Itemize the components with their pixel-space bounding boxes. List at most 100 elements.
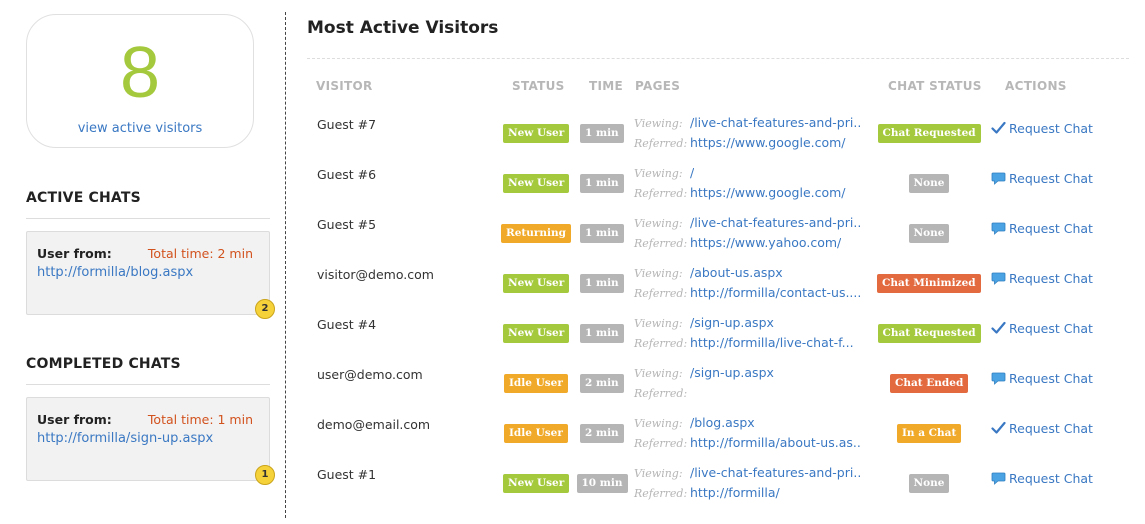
visitor-status-badge: New User: [503, 174, 570, 193]
visitor-name: user@demo.com: [317, 367, 423, 382]
viewing-page-link[interactable]: /sign-up.aspx: [690, 315, 774, 330]
request-chat-button[interactable]: Request Chat: [991, 171, 1093, 186]
request-chat-label: Request Chat: [1009, 171, 1093, 186]
viewing-page-link[interactable]: /blog.aspx: [690, 415, 755, 430]
referred-label: Referred:: [634, 387, 688, 400]
request-chat-button[interactable]: Request Chat: [991, 221, 1093, 236]
viewing-page-link[interactable]: /sign-up.aspx: [690, 365, 774, 380]
header-pages: PAGES: [635, 79, 681, 93]
table-row: Guest #5 Returning 1 min Viewing: /live-chat…: [307, 215, 1129, 267]
viewing-label: Viewing:: [634, 367, 683, 380]
table-row: Guest #6 New User 1 min Viewing: / Referred: h…: [307, 165, 1129, 217]
viewing-label: Viewing:: [634, 217, 683, 230]
request-chat-button[interactable]: Request Chat: [991, 471, 1093, 486]
chat-bubble-icon: [991, 271, 1009, 286]
request-chat-button[interactable]: Request Chat: [991, 421, 1093, 436]
viewing-page-link[interactable]: /about-us.aspx: [690, 265, 783, 280]
table-row: Guest #4 New User 1 min Viewing: /sign-up.as…: [307, 315, 1129, 367]
referrer-link[interactable]: https://www.google.com/: [690, 135, 846, 150]
request-chat-label: Request Chat: [1009, 271, 1093, 286]
chat-status-badge: None: [908, 174, 950, 193]
table-row: Guest #7 New User 1 min Viewing: /live-chat-…: [307, 115, 1129, 167]
referred-label: Referred:: [634, 287, 688, 300]
referred-label: Referred:: [634, 487, 688, 500]
time-on-site-badge: 1 min: [580, 174, 624, 193]
referrer-link[interactable]: https://www.yahoo.com/: [690, 235, 841, 250]
referrer-link[interactable]: http://formilla/about-us.as...: [690, 435, 860, 450]
time-on-site-badge: 2 min: [580, 424, 624, 443]
visitor-count: 8: [119, 33, 161, 113]
sidebar: 8 view active visitors ACTIVE CHATS User…: [0, 0, 286, 524]
visitor-name: Guest #4: [317, 317, 377, 332]
request-chat-label: Request Chat: [1009, 421, 1093, 436]
chat-count-badge: 1: [255, 465, 275, 485]
active-chat-card[interactable]: User from: Total time: 2 min http://form…: [26, 231, 275, 319]
visitor-status-badge: New User: [503, 474, 570, 493]
referrer-link[interactable]: https://www.google.com/: [690, 185, 846, 200]
table-row: user@demo.com Idle User 2 min Viewing: /sign…: [307, 365, 1129, 417]
table-row: visitor@demo.com New User 1 min Viewing: /ab…: [307, 265, 1129, 317]
chat-status-badge: Chat Minimized: [877, 274, 981, 293]
chat-status-badge: Chat Requested: [877, 324, 981, 343]
viewing-label: Viewing:: [634, 167, 683, 180]
page-title: Most Active Visitors: [307, 18, 499, 38]
header-visitor: VISITOR: [316, 79, 373, 93]
request-chat-button[interactable]: Request Chat: [991, 371, 1093, 386]
chat-status-badge: None: [908, 224, 950, 243]
active-chats-title: ACTIVE CHATS: [26, 190, 270, 219]
visitor-status-badge: Idle User: [504, 374, 568, 393]
visitor-name: Guest #5: [317, 217, 377, 232]
chat-source-url[interactable]: http://formilla/sign-up.aspx: [37, 431, 213, 446]
chat-bubble-icon: [991, 221, 1009, 236]
referred-label: Referred:: [634, 137, 688, 150]
completed-chats-title: COMPLETED CHATS: [26, 356, 270, 385]
header-time: TIME: [589, 79, 623, 93]
request-chat-button[interactable]: Request Chat: [991, 121, 1093, 136]
viewing-label: Viewing:: [634, 117, 683, 130]
header-status: STATUS: [512, 79, 565, 93]
visitor-status-badge: New User: [503, 324, 570, 343]
referrer-link[interactable]: http://formilla/live-chat-f...: [690, 335, 854, 350]
header-actions: ACTIONS: [1005, 79, 1067, 93]
visitor-status-badge: New User: [503, 274, 570, 293]
total-time: Total time: 1 min: [147, 412, 253, 427]
table-row: demo@email.com Idle User 2 min Viewing: /blo…: [307, 415, 1129, 467]
request-chat-button[interactable]: Request Chat: [991, 271, 1093, 286]
chat-source-url[interactable]: http://formilla/blog.aspx: [37, 265, 193, 280]
referrer-link[interactable]: http://formilla/contact-us....: [690, 285, 860, 300]
referred-label: Referred:: [634, 337, 688, 350]
view-active-visitors-link[interactable]: view active visitors: [27, 121, 253, 136]
visitor-status-badge: Returning: [501, 224, 572, 243]
chat-bubble-icon: [991, 371, 1009, 386]
request-chat-button[interactable]: Request Chat: [991, 321, 1093, 336]
request-chat-label: Request Chat: [1009, 321, 1093, 336]
referrer-link[interactable]: http://formilla/: [690, 485, 780, 500]
user-from-label: User from:: [37, 412, 112, 427]
chat-status-badge: Chat Requested: [877, 124, 981, 143]
referred-label: Referred:: [634, 437, 688, 450]
viewing-page-link[interactable]: /live-chat-features-and-pri...: [690, 215, 860, 230]
viewing-label: Viewing:: [634, 417, 683, 430]
request-chat-label: Request Chat: [1009, 471, 1093, 486]
viewing-page-link[interactable]: /live-chat-features-and-pri...: [690, 465, 860, 480]
visitor-name: Guest #7: [317, 117, 377, 132]
time-on-site-badge: 1 min: [580, 324, 624, 343]
chat-status-badge: In a Chat: [897, 424, 962, 443]
request-chat-label: Request Chat: [1009, 371, 1093, 386]
chat-bubble-icon: [991, 171, 1009, 186]
most-active-visitors-panel: Most Active Visitors VISITOR STATUS TIME…: [307, 0, 1129, 524]
time-on-site-badge: 1 min: [580, 274, 624, 293]
chat-bubble-icon: [991, 471, 1009, 486]
sidebar-divider: [285, 12, 286, 518]
user-from-label: User from:: [37, 246, 112, 261]
table-row: Guest #1 New User 10 min Viewing: /live-chat…: [307, 465, 1129, 517]
request-chat-label: Request Chat: [1009, 121, 1093, 136]
viewing-page-link[interactable]: /: [690, 165, 694, 180]
chat-status-badge: Chat Ended: [890, 374, 969, 393]
visitor-status-badge: New User: [503, 124, 570, 143]
completed-chat-card[interactable]: User from: Total time: 1 min http://form…: [26, 397, 275, 485]
chat-status-badge: None: [908, 474, 950, 493]
visitor-name: demo@email.com: [317, 417, 431, 432]
viewing-page-link[interactable]: /live-chat-features-and-pri...: [690, 115, 860, 130]
request-chat-label: Request Chat: [1009, 221, 1093, 236]
